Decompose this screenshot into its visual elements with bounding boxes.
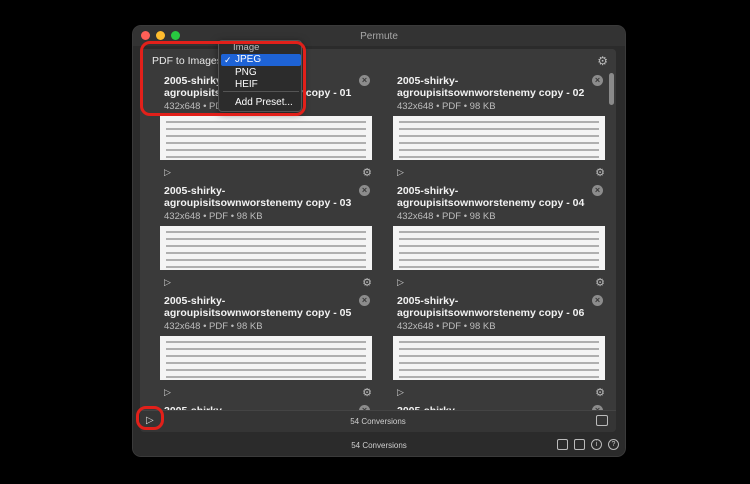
play-icon[interactable]: ▷ <box>397 277 404 288</box>
info-icon[interactable]: i <box>591 439 602 450</box>
remove-icon[interactable]: × <box>592 75 603 86</box>
play-icon[interactable]: ▷ <box>164 277 171 288</box>
highlight-annotation <box>136 406 164 430</box>
file-name: 2005-shirky-agroupisitsownworstenemy cop… <box>397 75 585 99</box>
window-controls <box>141 31 180 40</box>
file-meta: 432x648 • PDF • 98 KB <box>397 211 496 222</box>
remove-icon[interactable]: × <box>592 185 603 196</box>
scrollbar[interactable] <box>609 73 614 105</box>
file-card[interactable]: 2005-shirky-agroupisitsownworstenemy cop… <box>385 295 605 401</box>
page-preview <box>160 116 372 160</box>
play-icon[interactable]: ▷ <box>164 167 171 178</box>
window-title: Permute <box>360 30 398 42</box>
file-card[interactable]: 2005-shirky-agroupisitsownworstenemy cop… <box>152 295 372 401</box>
image-icon[interactable] <box>557 439 568 450</box>
play-icon[interactable]: ▷ <box>397 167 404 178</box>
gear-icon[interactable]: ⚙ <box>595 166 605 179</box>
status-icons: i ? <box>557 439 619 450</box>
page-preview <box>393 116 605 160</box>
conversion-count-status: 54 Conversions <box>351 441 407 450</box>
highlight-annotation <box>140 41 306 116</box>
remove-icon[interactable]: × <box>592 295 603 306</box>
status-bar: 54 Conversions i ? <box>133 434 625 456</box>
remove-icon[interactable]: × <box>359 295 370 306</box>
remove-icon[interactable]: × <box>359 75 370 86</box>
conversion-count: 54 Conversions <box>350 417 406 426</box>
page-preview <box>160 226 372 270</box>
gear-icon[interactable]: ⚙ <box>362 166 372 179</box>
play-icon[interactable]: ▷ <box>164 387 171 398</box>
file-card[interactable]: 2005-shirky-agroupisitsownworstenemy cop… <box>152 185 372 291</box>
file-meta: 432x648 • PDF • 98 KB <box>397 321 496 332</box>
file-card[interactable]: 2005-shirky-agroupisitsownworstenemy cop… <box>385 185 605 291</box>
page-preview <box>393 336 605 380</box>
gear-icon[interactable]: ⚙ <box>595 386 605 399</box>
gear-icon[interactable]: ⚙ <box>362 386 372 399</box>
file-name: 2005-shirky-agroupisitsownworstenemy cop… <box>397 185 585 209</box>
window-icon[interactable] <box>596 415 608 426</box>
file-card[interactable]: 2005-shirky-agroupisitsownworstenemy cop… <box>385 75 605 181</box>
close-window-button[interactable] <box>141 31 150 40</box>
play-icon[interactable]: ▷ <box>397 387 404 398</box>
gear-icon[interactable]: ⚙ <box>595 276 605 289</box>
split-view-icon[interactable] <box>574 439 585 450</box>
file-meta: 432x648 • PDF • 98 KB <box>164 321 263 332</box>
file-meta: 432x648 • PDF • 98 KB <box>164 211 263 222</box>
file-meta: 432x648 • PDF • 98 KB <box>397 101 496 112</box>
help-icon[interactable]: ? <box>608 439 619 450</box>
file-name: 2005-shirky-agroupisitsownworstenemy cop… <box>164 295 352 319</box>
page-preview <box>393 226 605 270</box>
gear-icon[interactable]: ⚙ <box>362 276 372 289</box>
file-name: 2005-shirky-agroupisitsownworstenemy cop… <box>164 185 352 209</box>
page-preview <box>160 336 372 380</box>
zoom-window-button[interactable] <box>171 31 180 40</box>
list-footer: ▷ 54 Conversions <box>140 410 616 432</box>
settings-gear-icon[interactable]: ⚙ <box>597 54 608 68</box>
remove-icon[interactable]: × <box>359 185 370 196</box>
file-name: 2005-shirky-agroupisitsownworstenemy cop… <box>397 295 585 319</box>
minimize-window-button[interactable] <box>156 31 165 40</box>
